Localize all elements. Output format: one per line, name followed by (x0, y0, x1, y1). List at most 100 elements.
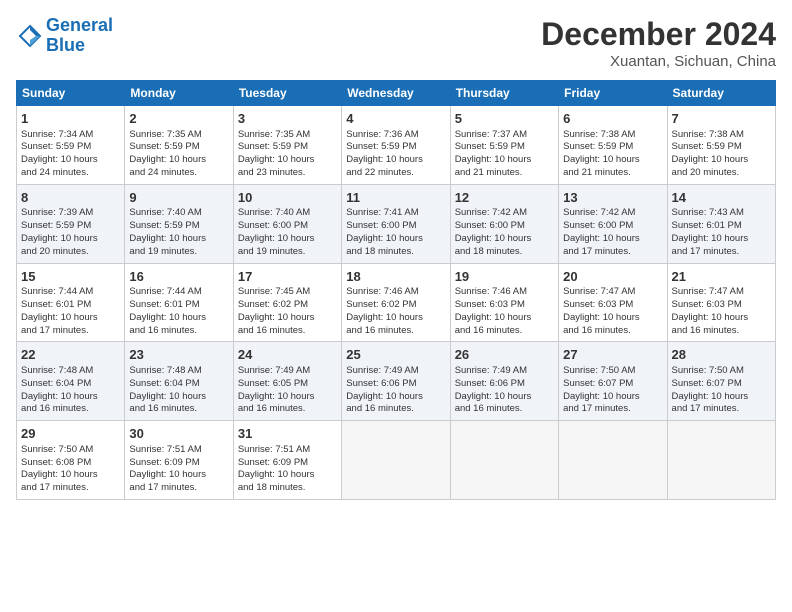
day-info-line: Sunset: 5:59 PM (672, 141, 771, 154)
day-info-line: Sunset: 6:06 PM (346, 378, 445, 391)
calendar-cell: 22Sunrise: 7:48 AMSunset: 6:04 PMDayligh… (17, 342, 125, 421)
calendar-cell: 16Sunrise: 7:44 AMSunset: 6:01 PMDayligh… (125, 263, 233, 342)
calendar-body: 1Sunrise: 7:34 AMSunset: 5:59 PMDaylight… (17, 106, 776, 500)
day-info-line: Daylight: 10 hours (346, 312, 445, 325)
day-info-line: and 18 minutes. (238, 482, 337, 495)
calendar-header-row: SundayMondayTuesdayWednesdayThursdayFrid… (17, 81, 776, 106)
day-info-line: Daylight: 10 hours (563, 154, 662, 167)
calendar-table: SundayMondayTuesdayWednesdayThursdayFrid… (16, 80, 776, 500)
day-info-line: Sunset: 6:07 PM (672, 378, 771, 391)
day-info-line: Sunrise: 7:44 AM (21, 286, 120, 299)
day-info-line: and 16 minutes. (455, 403, 554, 416)
day-number: 19 (455, 268, 554, 286)
day-info-line: Sunrise: 7:48 AM (21, 365, 120, 378)
day-info-line: Daylight: 10 hours (672, 391, 771, 404)
day-info-line: Sunrise: 7:51 AM (238, 444, 337, 457)
calendar-cell: 27Sunrise: 7:50 AMSunset: 6:07 PMDayligh… (559, 342, 667, 421)
day-info-line: Sunrise: 7:49 AM (346, 365, 445, 378)
day-info-line: and 17 minutes. (21, 482, 120, 495)
day-info-line: Sunrise: 7:43 AM (672, 207, 771, 220)
day-number: 10 (238, 189, 337, 207)
day-info-line: Sunrise: 7:39 AM (21, 207, 120, 220)
day-info-line: Sunset: 6:07 PM (563, 378, 662, 391)
day-number: 11 (346, 189, 445, 207)
day-info-line: Sunset: 6:05 PM (238, 378, 337, 391)
day-info-line: Sunrise: 7:45 AM (238, 286, 337, 299)
calendar-week-5: 29Sunrise: 7:50 AMSunset: 6:08 PMDayligh… (17, 421, 776, 500)
day-number: 13 (563, 189, 662, 207)
day-info-line: Sunrise: 7:42 AM (455, 207, 554, 220)
day-info-line: and 17 minutes. (672, 246, 771, 259)
day-info-line: Sunset: 5:59 PM (346, 141, 445, 154)
day-info-line: Sunset: 6:08 PM (21, 457, 120, 470)
day-number: 21 (672, 268, 771, 286)
day-number: 5 (455, 110, 554, 128)
day-info-line: Sunset: 5:59 PM (21, 220, 120, 233)
day-info-line: and 16 minutes. (21, 403, 120, 416)
day-info-line: Sunrise: 7:49 AM (455, 365, 554, 378)
day-info-line: and 18 minutes. (455, 246, 554, 259)
day-info-line: Sunrise: 7:35 AM (129, 129, 228, 142)
day-info-line: Sunset: 5:59 PM (129, 220, 228, 233)
day-info-line: Daylight: 10 hours (129, 391, 228, 404)
day-info-line: Sunset: 5:59 PM (455, 141, 554, 154)
day-info-line: Sunrise: 7:51 AM (129, 444, 228, 457)
logo: General Blue (16, 16, 113, 56)
day-info-line: and 21 minutes. (455, 167, 554, 180)
calendar-week-1: 1Sunrise: 7:34 AMSunset: 5:59 PMDaylight… (17, 106, 776, 185)
day-info-line: Sunrise: 7:36 AM (346, 129, 445, 142)
day-info-line: Sunrise: 7:38 AM (563, 129, 662, 142)
calendar-cell: 25Sunrise: 7:49 AMSunset: 6:06 PMDayligh… (342, 342, 450, 421)
calendar-week-4: 22Sunrise: 7:48 AMSunset: 6:04 PMDayligh… (17, 342, 776, 421)
day-info-line: Sunset: 5:59 PM (238, 141, 337, 154)
day-header-wednesday: Wednesday (342, 81, 450, 106)
day-number: 20 (563, 268, 662, 286)
calendar-cell: 1Sunrise: 7:34 AMSunset: 5:59 PMDaylight… (17, 106, 125, 185)
day-info-line: Daylight: 10 hours (455, 312, 554, 325)
calendar-cell: 24Sunrise: 7:49 AMSunset: 6:05 PMDayligh… (233, 342, 341, 421)
day-info-line: and 16 minutes. (346, 403, 445, 416)
day-info-line: and 24 minutes. (129, 167, 228, 180)
day-info-line: Daylight: 10 hours (346, 233, 445, 246)
calendar-cell: 2Sunrise: 7:35 AMSunset: 5:59 PMDaylight… (125, 106, 233, 185)
calendar-cell (450, 421, 558, 500)
day-info-line: and 17 minutes. (563, 246, 662, 259)
calendar-cell: 21Sunrise: 7:47 AMSunset: 6:03 PMDayligh… (667, 263, 775, 342)
day-info-line: Sunrise: 7:50 AM (21, 444, 120, 457)
day-info-line: Daylight: 10 hours (346, 391, 445, 404)
day-header-friday: Friday (559, 81, 667, 106)
day-info-line: and 21 minutes. (563, 167, 662, 180)
day-number: 30 (129, 425, 228, 443)
calendar-cell: 7Sunrise: 7:38 AMSunset: 5:59 PMDaylight… (667, 106, 775, 185)
calendar-cell: 31Sunrise: 7:51 AMSunset: 6:09 PMDayligh… (233, 421, 341, 500)
day-info-line: Sunset: 6:00 PM (238, 220, 337, 233)
day-number: 2 (129, 110, 228, 128)
calendar-cell: 9Sunrise: 7:40 AMSunset: 5:59 PMDaylight… (125, 184, 233, 263)
calendar-cell: 18Sunrise: 7:46 AMSunset: 6:02 PMDayligh… (342, 263, 450, 342)
calendar-cell: 14Sunrise: 7:43 AMSunset: 6:01 PMDayligh… (667, 184, 775, 263)
day-info-line: Sunrise: 7:42 AM (563, 207, 662, 220)
day-info-line: Sunset: 6:01 PM (21, 299, 120, 312)
day-number: 29 (21, 425, 120, 443)
calendar-cell: 26Sunrise: 7:49 AMSunset: 6:06 PMDayligh… (450, 342, 558, 421)
day-info-line: and 19 minutes. (238, 246, 337, 259)
day-info-line: Daylight: 10 hours (21, 312, 120, 325)
day-info-line: Sunset: 6:00 PM (563, 220, 662, 233)
calendar-cell: 20Sunrise: 7:47 AMSunset: 6:03 PMDayligh… (559, 263, 667, 342)
day-number: 25 (346, 346, 445, 364)
day-number: 27 (563, 346, 662, 364)
day-info-line: Daylight: 10 hours (455, 233, 554, 246)
day-number: 26 (455, 346, 554, 364)
day-info-line: Sunrise: 7:48 AM (129, 365, 228, 378)
day-info-line: and 16 minutes. (238, 403, 337, 416)
logo-text: General Blue (46, 16, 113, 56)
day-info-line: Sunset: 6:03 PM (563, 299, 662, 312)
day-info-line: Daylight: 10 hours (672, 312, 771, 325)
day-info-line: Sunrise: 7:34 AM (21, 129, 120, 142)
calendar-cell: 23Sunrise: 7:48 AMSunset: 6:04 PMDayligh… (125, 342, 233, 421)
day-info-line: Daylight: 10 hours (21, 391, 120, 404)
day-number: 6 (563, 110, 662, 128)
day-info-line: and 16 minutes. (346, 325, 445, 338)
day-info-line: and 17 minutes. (129, 482, 228, 495)
day-info-line: Daylight: 10 hours (238, 391, 337, 404)
